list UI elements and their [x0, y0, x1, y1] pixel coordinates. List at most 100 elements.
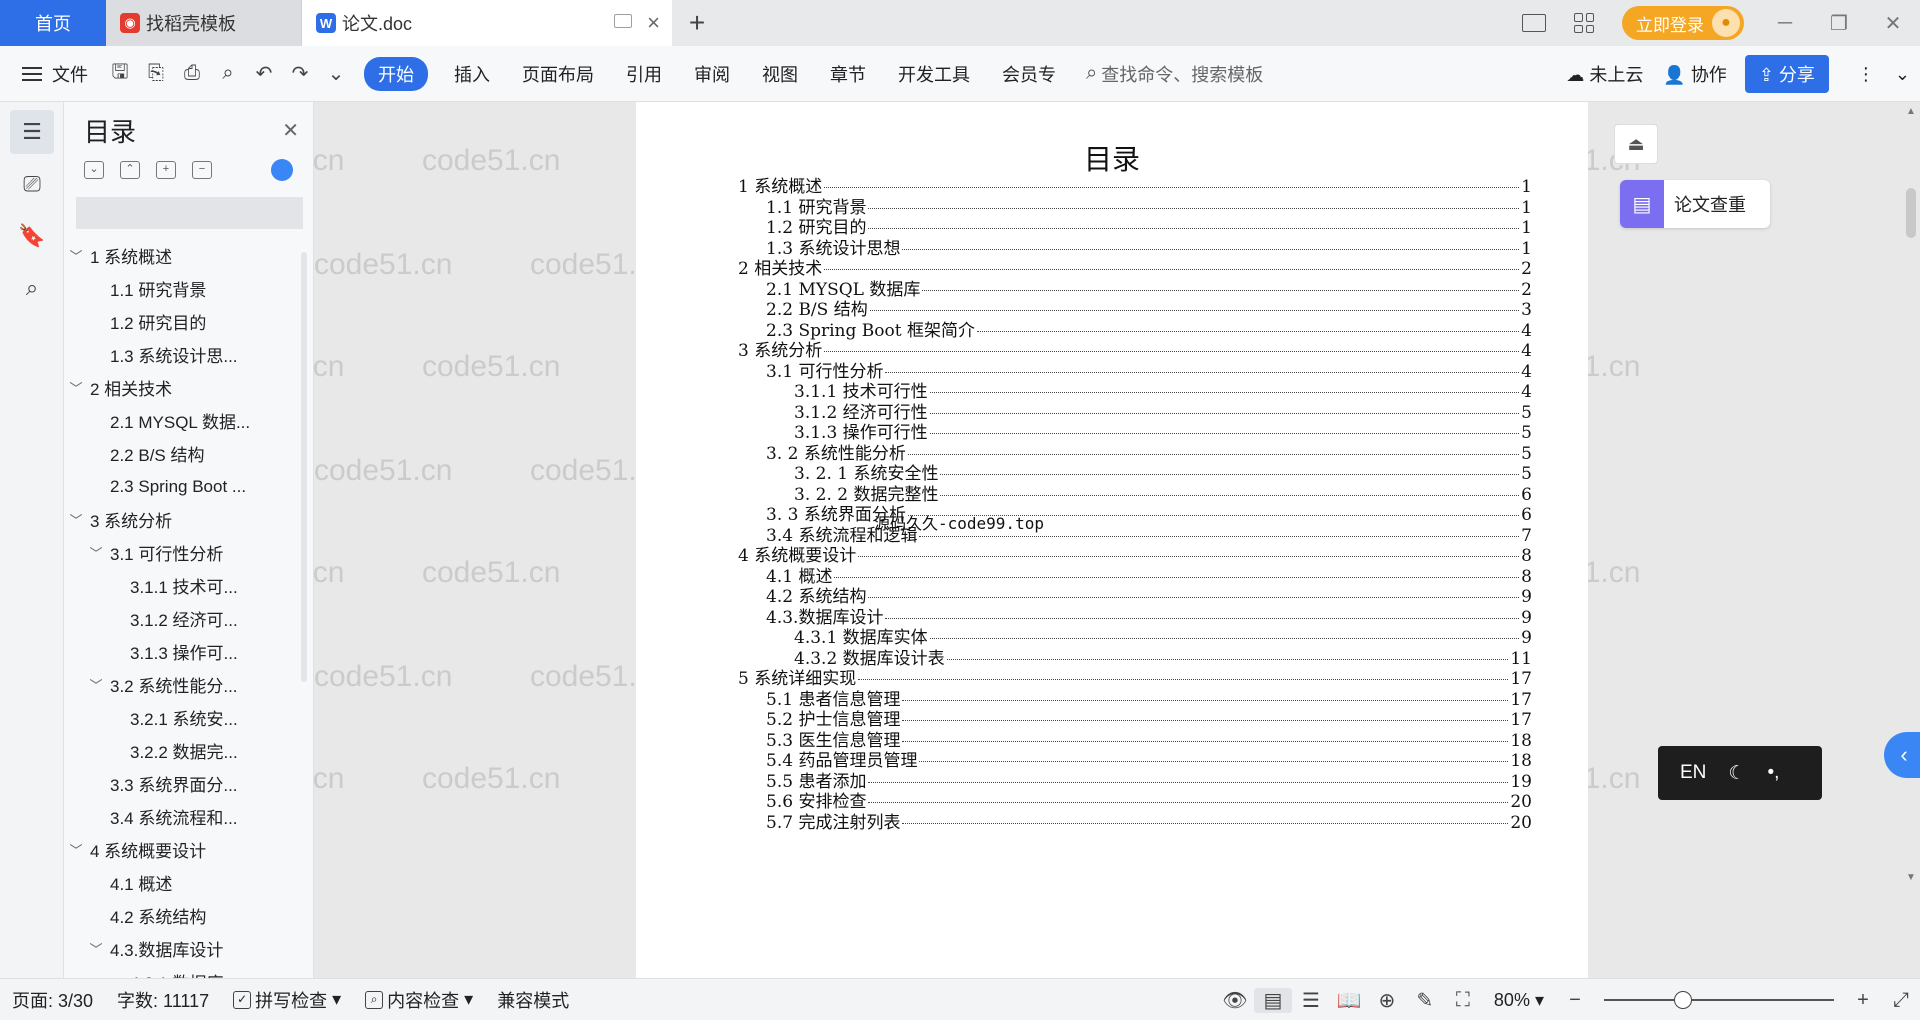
toc-panel-item[interactable]: ﹀ 4.3.数据库设计 [64, 932, 313, 965]
undo-icon[interactable]: ↶ [246, 61, 282, 86]
web-view-icon[interactable]: ⊕ [1368, 988, 1406, 1013]
toc-panel-item[interactable]: ﹀ 2 相关技术 [64, 371, 313, 404]
eye-protect-icon[interactable]: 👁 [1216, 988, 1254, 1013]
tab-document[interactable]: W 论文.doc × [302, 0, 672, 46]
ime-language[interactable]: EN [1680, 762, 1706, 784]
toc-panel-item[interactable]: ﹀ 1 系统概述 [64, 239, 313, 272]
layout-icon[interactable] [1522, 14, 1546, 32]
zoom-out-icon[interactable]: − [1556, 989, 1594, 1012]
collab-button[interactable]: 👤 协作 [1653, 61, 1736, 87]
collapse-all-icon[interactable]: ⌃ [120, 161, 140, 179]
toc-panel-item[interactable]: ﹀ 3 系统分析 [64, 503, 313, 536]
chevron-down-icon[interactable]: ﹀ [68, 378, 84, 397]
scroll-up-icon[interactable]: ▲ [1906, 106, 1916, 117]
ai-assistant-icon[interactable] [271, 159, 293, 181]
tab-insert[interactable]: 插入 [438, 61, 506, 87]
tab-template[interactable]: ◉ 找稻壳模板 [106, 0, 302, 46]
toc-panel-item[interactable]: 3.1.1 技术可... [64, 569, 313, 602]
zoom-in-icon[interactable]: + [1844, 989, 1882, 1012]
toc-panel-item[interactable]: 3.1.2 经济可... [64, 602, 313, 635]
content-check-button[interactable]: ⌕ 内容检查 ▾ [353, 987, 485, 1013]
paper-check-button[interactable]: ▤ 论文查重 [1620, 180, 1770, 228]
toc-panel-item[interactable]: 3.4 系统流程和... [64, 800, 313, 833]
tab-home[interactable]: 首页 [0, 0, 106, 46]
chevron-down-icon[interactable]: ﹀ [68, 246, 84, 265]
word-count[interactable]: 字数: 11117 [105, 987, 221, 1013]
bookmark-icon[interactable]: 🔖 [10, 214, 54, 258]
minimize-button[interactable]: ─ [1758, 12, 1812, 35]
cloud-status[interactable]: ☁ 未上云 [1556, 61, 1653, 87]
reading-view-icon[interactable]: 📖 [1330, 988, 1368, 1013]
new-tab-button[interactable]: + [672, 0, 722, 46]
toc-panel-item[interactable]: 3.3 系统界面分... [64, 767, 313, 800]
outline-view-icon[interactable]: ☰ [1292, 988, 1330, 1013]
zoom-level[interactable]: 80% ▾ [1482, 990, 1556, 1011]
toc-panel-item[interactable]: 3.1.3 操作可... [64, 635, 313, 668]
remove-heading-icon[interactable]: − [192, 161, 212, 179]
expand-all-icon[interactable]: ⌄ [84, 161, 104, 179]
toc-panel-item[interactable]: 3.2.1 系统安... [64, 701, 313, 734]
collapse-ribbon-icon[interactable]: ⌄ [1885, 64, 1920, 85]
close-icon[interactable]: ✕ [282, 118, 299, 143]
moon-icon[interactable]: ☾ [1728, 762, 1745, 785]
redo-icon[interactable]: ↷ [282, 61, 318, 86]
restore-button[interactable]: ❐ [1812, 11, 1866, 36]
page-view-icon[interactable]: ▤ [1253, 987, 1292, 1013]
tab-view[interactable]: 视图 [746, 61, 814, 87]
toc-scrollbar[interactable] [301, 252, 307, 682]
tab-references[interactable]: 引用 [610, 61, 678, 87]
close-tab-icon[interactable]: × [647, 10, 660, 36]
toc-panel-item[interactable]: 4.2 系统结构 [64, 899, 313, 932]
toc-panel-item[interactable]: 2.2 B/S 结构 [64, 437, 313, 470]
chevron-down-icon[interactable]: ﹀ [88, 543, 104, 562]
save-icon[interactable]: 🖫 [102, 57, 138, 91]
toc-panel-item[interactable]: 4.1 概述 [64, 866, 313, 899]
toc-panel-item[interactable]: 1.2 研究目的 [64, 305, 313, 338]
tab-member[interactable]: 会员专 [986, 61, 1072, 87]
tab-review[interactable]: 审阅 [678, 61, 746, 87]
more-icon[interactable]: ⋮ [1847, 64, 1885, 85]
tab-developer[interactable]: 开发工具 [882, 61, 986, 87]
toc-panel-item[interactable]: 1.1 研究背景 [64, 272, 313, 305]
pen-icon[interactable]: ✎ [1406, 988, 1444, 1013]
fullscreen-icon[interactable]: ⤢ [1882, 989, 1920, 1012]
find-icon[interactable]: ⌕ [10, 266, 54, 310]
spell-check-button[interactable]: ✓ 拼写检查 ▾ [221, 987, 353, 1013]
side-tool-icon[interactable]: ⏏ [1614, 124, 1658, 164]
document-page[interactable]: 目录 1 系统概述 1 1.1 研究背景 1 1.2 研究目的 1 1.3 系统设计思想 1 2… [636, 102, 1588, 978]
punctuation-icon[interactable]: •, [1767, 762, 1779, 784]
toc-panel-item[interactable]: 2.1 MYSQL 数据... [64, 404, 313, 437]
tab-page-layout[interactable]: 页面布局 [506, 61, 610, 87]
scroll-down-icon[interactable]: ▼ [1906, 872, 1916, 883]
monitor-icon[interactable] [614, 14, 632, 28]
scroll-thumb[interactable] [1906, 188, 1916, 238]
print-preview-icon[interactable]: ⌕ [210, 62, 246, 85]
toc-panel-item[interactable]: 2.3 Spring Boot ... [64, 470, 313, 503]
login-button[interactable]: 立即登录 ● [1622, 6, 1744, 40]
command-search[interactable]: ⌕ 查找命令、搜索模板 [1086, 61, 1263, 87]
chevron-down-icon[interactable]: ﹀ [88, 939, 104, 958]
zoom-slider[interactable] [1604, 991, 1834, 1009]
chapter-nav-icon[interactable]: ⎚ [10, 162, 54, 206]
add-heading-icon[interactable]: + [156, 161, 176, 179]
fit-page-icon[interactable]: ⛶ [1444, 989, 1482, 1012]
share-button[interactable]: ⇪ 分享 [1744, 55, 1829, 93]
toc-panel-item[interactable]: ﹀ 3.1 可行性分析 [64, 536, 313, 569]
vertical-scrollbar[interactable]: ▲ ▼ [1902, 102, 1920, 978]
chevron-down-icon[interactable]: ﹀ [68, 840, 84, 859]
zoom-knob[interactable] [1674, 991, 1692, 1009]
chevron-down-icon[interactable]: ﹀ [88, 675, 104, 694]
tab-start[interactable]: 开始 [364, 56, 428, 91]
toc-panel-item[interactable]: 1.3 系统设计思... [64, 338, 313, 371]
tab-chapter[interactable]: 章节 [814, 61, 882, 87]
print-icon[interactable]: ⎙ [174, 62, 210, 85]
toc-entry[interactable]: 5.7 完成注射列表 20 [766, 808, 1532, 833]
chevron-down-icon[interactable]: ﹀ [68, 510, 84, 529]
chevron-down-icon[interactable]: ⌄ [318, 61, 354, 86]
toc-panel-item[interactable]: ﹀ 4 系统概要设计 [64, 833, 313, 866]
file-menu[interactable]: 文件 [0, 61, 88, 87]
apps-grid-icon[interactable] [1574, 13, 1594, 33]
export-pdf-icon[interactable]: ⎘ [138, 62, 174, 85]
close-window-button[interactable]: ✕ [1866, 11, 1920, 36]
page-count[interactable]: 页面: 3/30 [0, 987, 105, 1013]
